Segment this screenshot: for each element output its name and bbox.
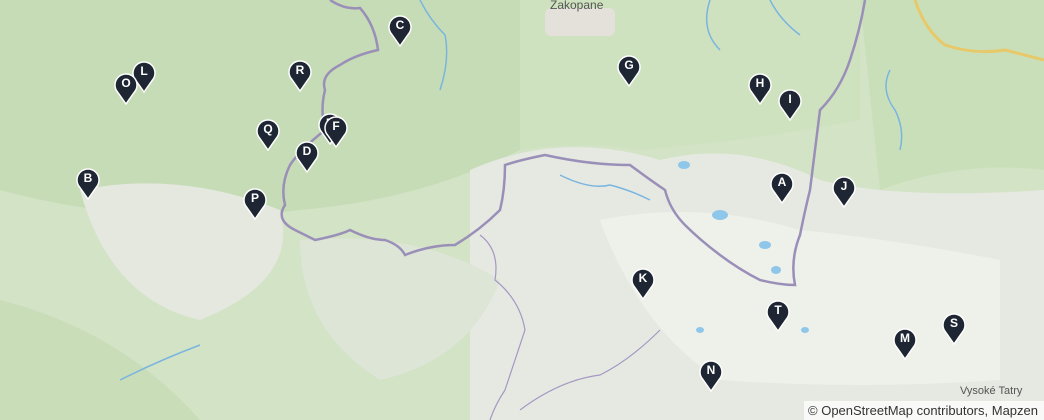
map-marker-p[interactable]: P	[242, 186, 268, 220]
map-view[interactable]: Zakopane Vysoké Tatry ABCDEFGHIJKLMNOPQR…	[0, 0, 1044, 420]
marker-label: B	[83, 171, 93, 185]
marker-label: F	[332, 119, 340, 133]
map-marker-b[interactable]: B	[75, 166, 101, 200]
map-marker-k[interactable]: K	[630, 266, 656, 300]
map-attribution[interactable]: © OpenStreetMap contributors, Mapzen	[804, 401, 1044, 420]
marker-label: N	[706, 363, 716, 377]
map-marker-a[interactable]: A	[769, 170, 795, 204]
map-marker-q[interactable]: Q	[255, 117, 281, 151]
map-marker-n[interactable]: N	[698, 358, 724, 392]
marker-label: O	[121, 76, 131, 90]
marker-label: A	[777, 175, 787, 189]
marker-label: H	[755, 76, 765, 90]
map-marker-i[interactable]: I	[777, 87, 803, 121]
place-label-zakopane: Zakopane	[550, 0, 604, 12]
map-marker-h[interactable]: H	[747, 71, 773, 105]
map-marker-s[interactable]: S	[941, 311, 967, 345]
marker-label: I	[788, 92, 792, 106]
place-label-vysoke-tatry: Vysoké Tatry	[960, 385, 1023, 397]
marker-label: Q	[263, 122, 273, 136]
map-marker-m[interactable]: M	[892, 326, 918, 360]
marker-label: C	[395, 18, 405, 32]
map-marker-c[interactable]: C	[387, 13, 413, 47]
map-marker-o[interactable]: O	[113, 71, 139, 105]
marker-label: K	[638, 271, 648, 285]
marker-label: D	[302, 144, 312, 158]
map-marker-g[interactable]: G	[616, 53, 642, 87]
map-marker-j[interactable]: J	[831, 174, 857, 208]
marker-label: T	[774, 303, 782, 317]
map-marker-t[interactable]: T	[765, 298, 791, 332]
marker-label: G	[624, 58, 634, 72]
marker-label: M	[900, 331, 910, 345]
map-marker-f[interactable]: F	[323, 114, 349, 148]
marker-label: S	[949, 316, 958, 330]
marker-label: P	[250, 191, 259, 205]
marker-label: J	[840, 179, 848, 193]
marker-label: R	[295, 63, 305, 77]
map-marker-r[interactable]: R	[287, 58, 313, 92]
